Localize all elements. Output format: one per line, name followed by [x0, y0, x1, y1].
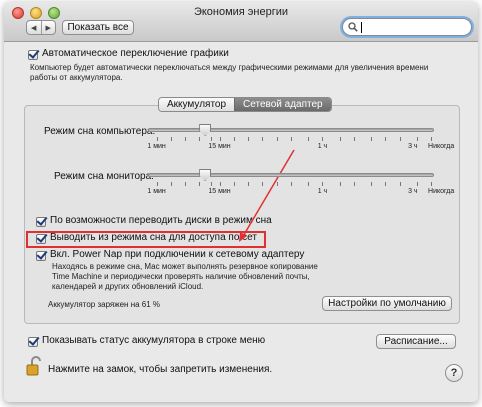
slider-tick: [431, 137, 433, 141]
slider-tick: [385, 182, 387, 186]
slider-tick: [353, 182, 355, 186]
slider-tick: [291, 137, 292, 141]
energy-saver-pane: Автоматическое переключение графики Комп…: [4, 42, 478, 402]
slider-tick: [262, 137, 264, 141]
slider-tick: [248, 137, 250, 141]
slider-tick: [156, 182, 158, 186]
slider-tick: [248, 182, 250, 186]
slider-tick: [291, 182, 292, 186]
slider-tick: [170, 182, 172, 186]
power-source-tabs: Аккумулятор Сетевой адаптер: [158, 97, 332, 112]
slider-tick: [185, 182, 187, 186]
slider-tick-label: 1 ч: [317, 143, 328, 150]
slider-tick: [431, 182, 433, 186]
slider-tick: [219, 182, 221, 186]
slider-tick-label: 15 мин: [208, 143, 231, 150]
slider-tick: [185, 137, 187, 141]
slider-tick: [199, 137, 201, 141]
search-input[interactable]: [342, 18, 472, 36]
forward-button[interactable]: ▶: [42, 21, 56, 34]
slider-tick: [339, 137, 341, 141]
slider-tick: [416, 137, 418, 141]
slider-tick-label: Никогда: [428, 188, 455, 195]
slider-tick: [276, 137, 278, 141]
text-cursor: [361, 22, 362, 33]
slider-tick: [371, 182, 373, 186]
slider-tick: [416, 182, 418, 186]
slider-tick: [322, 137, 324, 141]
slider-tick: [339, 182, 341, 186]
slider-tick: [219, 137, 221, 141]
title-bar: Экономия энергии ◀ ▶ Показать все: [4, 2, 478, 42]
slider-tick-label: 15 мин: [208, 188, 231, 195]
slider-tick: [233, 137, 235, 141]
slider-tick-label: 3 ч: [408, 188, 418, 195]
back-forward-control: ◀ ▶: [26, 20, 56, 35]
tab-power-adapter[interactable]: Сетевой адаптер: [234, 98, 331, 111]
slider-tick: [210, 182, 212, 186]
slider-tick: [233, 182, 235, 186]
slider-tick: [156, 137, 158, 141]
slider-tick-label: 1 мин: [147, 143, 166, 150]
slider-tick: [276, 182, 278, 186]
tab-battery[interactable]: Аккумулятор: [159, 98, 235, 111]
slider-tick-label: 1 ч: [317, 188, 328, 195]
slider-tick: [399, 182, 401, 186]
slider-tick: [170, 137, 172, 141]
annotation-arrow: [239, 149, 295, 242]
slider-tick: [308, 182, 310, 186]
slider-tick: [322, 182, 324, 186]
preferences-window: Экономия энергии ◀ ▶ Показать все Автома…: [4, 2, 478, 402]
sleep-computer-track[interactable]: [148, 128, 434, 132]
slider-tick: [353, 137, 355, 141]
slider-tick: [399, 137, 401, 141]
show-all-button[interactable]: Показать все: [62, 20, 134, 35]
slider-tick: [210, 137, 212, 141]
window-title: Экономия энергии: [193, 6, 289, 18]
slider-tick-label: 1 мин: [147, 188, 166, 195]
slider-tick: [371, 137, 373, 141]
back-button[interactable]: ◀: [27, 21, 42, 34]
sleep-display-track[interactable]: [148, 173, 434, 177]
slider-tick: [262, 182, 264, 186]
slider-tick: [385, 137, 387, 141]
search-icon: [348, 22, 358, 32]
slider-tick: [199, 182, 201, 186]
slider-tick-label: 3 ч: [408, 143, 418, 150]
slider-tick-label: Никогда: [428, 143, 455, 150]
slider-tick: [308, 137, 310, 141]
